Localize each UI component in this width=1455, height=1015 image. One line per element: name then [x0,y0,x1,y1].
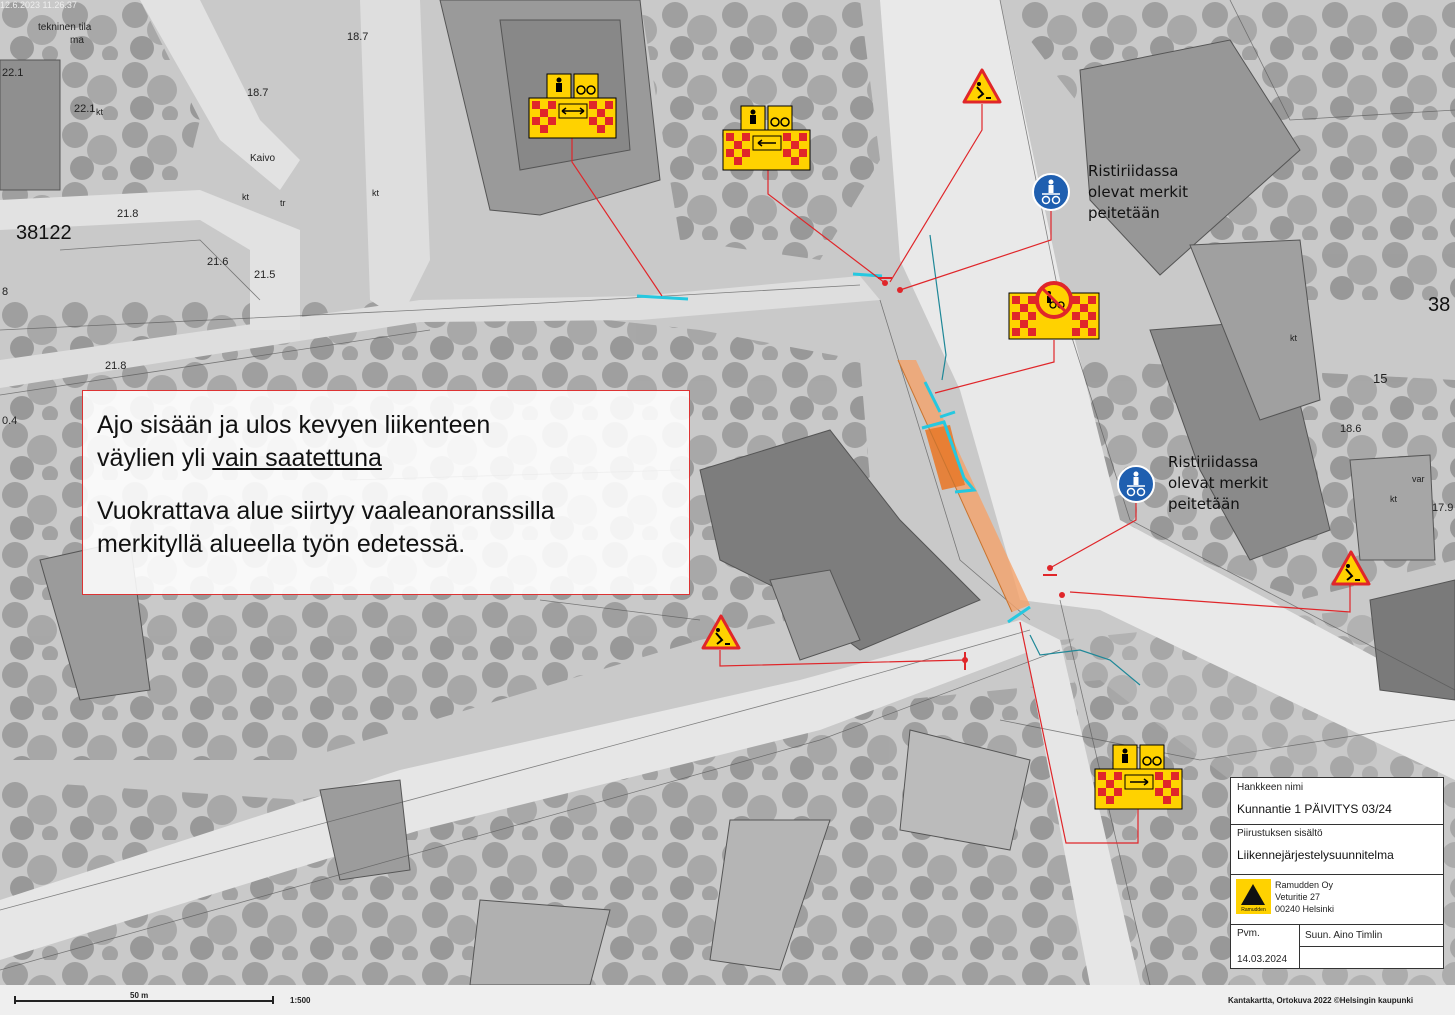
map-label: kt [1290,333,1298,343]
sign-note-line: peitetään [1168,495,1240,513]
map-label: 18.7 [247,87,269,99]
map-label: var [1412,474,1425,484]
map-label: tr [280,198,286,208]
map-label: ma [70,35,84,46]
company-row: Ramudden Ramudden Oy Veturitie 27 00240 … [1231,874,1443,925]
sign-note-line: olevat merkit [1088,183,1189,201]
map-label: kt [96,107,104,117]
date-row: Pvm. Suun. Aino Timlin 14.03.2024 [1231,924,1443,968]
sign-note-line: olevat merkit [1168,474,1269,492]
designer-divider [1299,946,1443,947]
sign-note-line: peitetään [1088,204,1160,222]
sign-note-line: Ristiriidassa [1088,162,1179,180]
scale-ratio: 1:500 [290,996,311,1005]
map-label: 18.6 [1340,423,1362,435]
title-block: Hankkeen nimi Kunnantie 1 PÄIVITYS 03/24… [1230,777,1444,969]
map-label: 17.9 [1432,502,1454,514]
map-label: Kaivo [250,153,276,164]
map-label: 21.8 [117,208,139,220]
sign-note: Ristiriidassa olevat merkit peitetään [1168,452,1268,515]
pedestrian-bicycle-route-sign-icon [1117,465,1155,503]
map-label: 8 [2,286,9,298]
content-label: Piirustuksen sisältö [1237,828,1323,839]
company-street: Veturitie 27 [1275,892,1321,902]
designer: Suun. Aino Timlin [1305,930,1383,941]
parcel-number: 38 [1428,294,1451,316]
logo-text: Ramudden [1241,907,1266,913]
content-row: Piirustuksen sisältö Liikennejärjestelys… [1231,824,1443,875]
date-value: 14.03.2024 [1237,954,1288,965]
scale-distance: 50 m [130,991,149,1000]
map-label: kt [1390,494,1398,504]
company-logo: Ramudden [1236,879,1271,914]
project-label: Hankkeen nimi [1237,782,1304,793]
map-label: 22.1 [74,103,96,115]
map-label: kt [242,192,250,202]
scale-bar-tick [14,996,16,1004]
date-label: Pvm. [1237,928,1260,939]
map-label: tekninen tila [38,22,92,33]
sign-note: Ristiriidassa olevat merkit peitetään [1088,161,1188,224]
note-line-2-underlined: vain saatettuna [212,444,382,472]
note-line-1: Ajo sisään ja ulos kevyen liikenteen [97,411,491,439]
map-label: 18.7 [347,31,369,43]
note-line-4: merkityllä alueella työn edetessä. [97,530,466,558]
parcel-number: 38122 [16,222,72,244]
company-name: Ramudden Oy [1275,880,1334,890]
map-label: 21.6 [207,256,229,268]
map-timestamp: 12.6.2023 11.26.37 [0,0,77,10]
map-label: kt [372,188,380,198]
map-label: 0.4 [2,415,18,427]
map-credit: Kantakartta, Ortokuva 2022 ©Helsingin ka… [1228,996,1414,1005]
company-city: 00240 Helsinki [1275,904,1335,914]
project-row: Hankkeen nimi Kunnantie 1 PÄIVITYS 03/24 [1231,778,1443,825]
content-value: Liikennejärjestelysuunnitelma [1237,848,1394,862]
sign-note-line: Ristiriidassa [1168,453,1259,471]
instruction-note: Ajo sisään ja ulos kevyen liikenteen väy… [82,390,690,595]
pedestrian-bicycle-route-sign-icon [1032,173,1070,211]
scale-bar-tick [272,996,274,1004]
note-line-3: Vuokrattava alue siirtyy vaaleanoranssil… [97,497,555,525]
map-label: 21.8 [105,360,127,372]
map-label: 21.5 [254,269,276,281]
map-label: 22.1 [2,67,24,79]
project-value: Kunnantie 1 PÄIVITYS 03/24 [1237,802,1392,816]
note-line-2-prefix: väylien yli [97,444,213,472]
map-label: 15 [1373,371,1388,386]
scale-bar [14,1000,274,1002]
